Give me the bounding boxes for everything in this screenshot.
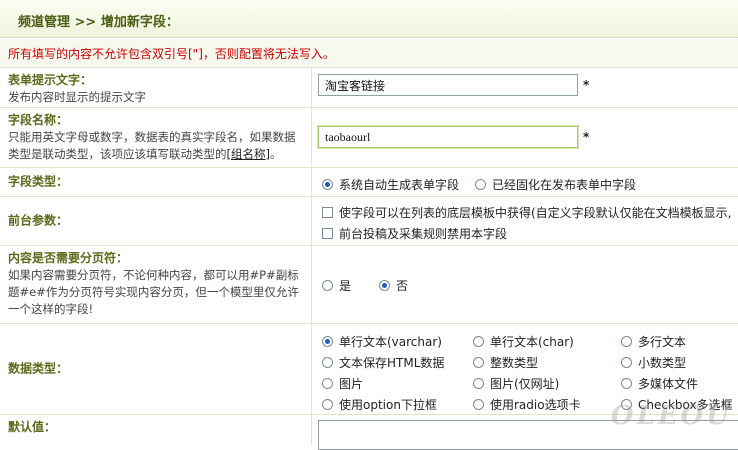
paging-desc-3: 一个这样的字段!: [8, 302, 94, 316]
frontend-title: 前台参数：: [8, 213, 69, 228]
option-label: 使用radio选项卡: [490, 398, 581, 412]
option-label: 多行文本: [638, 335, 687, 349]
label-cell: 默认值：: [0, 415, 312, 445]
data-type-option[interactable]: 使用radio选项卡: [473, 396, 581, 413]
radio-button[interactable]: [379, 280, 390, 291]
frontend-option-disable[interactable]: 前台投稿及采集规则禁用本字段: [322, 225, 507, 242]
label-cell: 字段类型：: [0, 168, 312, 196]
option-label: 前台投稿及采集规则禁用本字段: [339, 227, 508, 241]
option-label: 图片(仅网址): [490, 377, 560, 391]
row-field-type: 字段类型： 系统自动生成表单字段 已经固化在发布表单中字段: [0, 168, 738, 197]
radio-button[interactable]: [473, 378, 484, 389]
field-type-option-fixed[interactable]: 已经固化在发布表单中字段: [475, 176, 636, 193]
option-label: 单行文本(varchar): [339, 335, 442, 349]
row-field-name: 字段名称： 只能用英文字母或数字，数据表的真实字段名，如果数据 类型是联动类型，…: [0, 108, 738, 168]
data-type-option[interactable]: 使用option下拉框: [322, 396, 437, 413]
watermark: OLEOU: [610, 401, 732, 431]
row-frontend-params: 前台参数： 使字段可以在列表的底层模板中获得(自定义字段默认仅能在文档模板显示,…: [0, 197, 738, 246]
field-type-title: 字段类型：: [8, 174, 69, 189]
form-label-desc: 发布内容时显示的提示文字: [8, 90, 146, 104]
paging-option-no[interactable]: 否: [379, 277, 408, 294]
field-cell: 是 否: [312, 246, 738, 323]
option-label: 是: [339, 279, 352, 293]
option-label: 图片: [339, 377, 364, 391]
radio-button[interactable]: [621, 357, 632, 368]
field-cell: 系统自动生成表单字段 已经固化在发布表单中字段: [312, 168, 738, 196]
field-cell: 使字段可以在列表的底层模板中获得(自定义字段默认仅能在文档模板显示, 前台投稿及…: [312, 197, 738, 245]
row-form-label: 表单提示文字： 发布内容时显示的提示文字 *: [0, 68, 738, 108]
radio-button[interactable]: [621, 336, 632, 347]
data-type-option[interactable]: 单行文本(varchar): [322, 333, 442, 350]
paging-option-yes[interactable]: 是: [322, 277, 351, 294]
paging-desc-2: 题#e#作为分页符号实现内容分页，但一个模型里仅允许: [8, 285, 299, 299]
option-label: 整数类型: [490, 356, 539, 370]
data-type-option[interactable]: 图片: [322, 375, 363, 392]
label-cell: 数据类型：: [0, 324, 312, 414]
field-name-desc-2-end: 。: [269, 147, 282, 161]
field-cell: *: [312, 68, 738, 107]
data-type-option[interactable]: 图片(仅网址): [473, 375, 559, 392]
option-label: 使用option下拉框: [339, 398, 437, 412]
radio-button[interactable]: [322, 357, 333, 368]
data-type-option[interactable]: 整数类型: [473, 354, 538, 371]
option-label: 多媒体文件: [638, 377, 699, 391]
label-cell: 前台参数：: [0, 197, 312, 245]
default-value-title: 默认值：: [8, 420, 57, 434]
radio-button[interactable]: [473, 336, 484, 347]
radio-button[interactable]: [322, 336, 333, 347]
radio-button[interactable]: [473, 399, 484, 410]
option-label: 使字段可以在列表的底层模板中获得(自定义字段默认仅能在文档模板显示,: [339, 206, 732, 220]
field-name-title: 字段名称：: [8, 113, 69, 127]
label-cell: 内容是否需要分页符： 如果内容需要分页符，不论何种内容，都可以用#P#副标 题#…: [0, 246, 312, 323]
option-label: 系统自动生成表单字段: [339, 178, 460, 192]
paging-title: 内容是否需要分页符：: [8, 251, 129, 265]
option-label: 否: [396, 279, 409, 293]
field-type-option-auto[interactable]: 系统自动生成表单字段: [322, 176, 459, 193]
radio-button[interactable]: [475, 179, 486, 190]
data-type-option[interactable]: 小数类型: [621, 354, 686, 371]
field-cell: *: [312, 108, 738, 167]
radio-button[interactable]: [322, 280, 333, 291]
radio-button[interactable]: [322, 179, 333, 190]
required-mark: *: [583, 78, 590, 92]
option-label: 已经固化在发布表单中字段: [492, 178, 637, 192]
row-paging: 内容是否需要分页符： 如果内容需要分页符，不论何种内容，都可以用#P#副标 题#…: [0, 246, 738, 324]
data-type-option[interactable]: 多行文本: [621, 333, 686, 350]
data-type-option[interactable]: 单行文本(char): [473, 333, 574, 350]
page-title: 频道管理 >> 增加新字段：: [18, 15, 179, 30]
page-header: 频道管理 >> 增加新字段：: [0, 0, 738, 38]
form-label-title: 表单提示文字：: [8, 73, 93, 87]
checkbox[interactable]: [322, 228, 333, 239]
option-label: 单行文本(char): [490, 335, 574, 349]
data-type-title: 数据类型：: [8, 361, 69, 376]
label-cell: 表单提示文字： 发布内容时显示的提示文字: [0, 68, 312, 107]
field-name-desc-2: 类型是联动类型，该项应该填写联动类型的: [8, 147, 227, 161]
radio-button[interactable]: [322, 378, 333, 389]
data-type-option[interactable]: 文本保存HTML数据: [322, 354, 444, 371]
field-name-desc-1: 只能用英文字母或数字，数据表的真实字段名，如果数据: [8, 130, 296, 144]
label-cell: 字段名称： 只能用英文字母或数字，数据表的真实字段名，如果数据 类型是联动类型，…: [0, 108, 312, 167]
field-name-desc-2-line: 类型是联动类型，该项应该填写联动类型的[组名称]。: [8, 146, 311, 163]
option-label: 小数类型: [638, 356, 687, 370]
paging-desc-1: 如果内容需要分页符，不论何种内容，都可以用#P#副标: [8, 268, 299, 282]
field-name-input[interactable]: [318, 126, 578, 148]
form-label-input[interactable]: [318, 74, 578, 96]
radio-button[interactable]: [473, 357, 484, 368]
option-label: 文本保存HTML数据: [339, 356, 445, 370]
group-name-link[interactable]: [组名称]: [227, 147, 270, 161]
radio-button[interactable]: [621, 378, 632, 389]
data-type-option[interactable]: 多媒体文件: [621, 375, 698, 392]
required-mark: *: [583, 130, 590, 144]
warning-notice: 所有填写的内容不允许包含双引号["]，否则配置将无法写入。: [0, 39, 738, 68]
radio-button[interactable]: [322, 399, 333, 410]
checkbox[interactable]: [322, 207, 333, 218]
frontend-option-list-template[interactable]: 使字段可以在列表的底层模板中获得(自定义字段默认仅能在文档模板显示,: [322, 204, 732, 221]
